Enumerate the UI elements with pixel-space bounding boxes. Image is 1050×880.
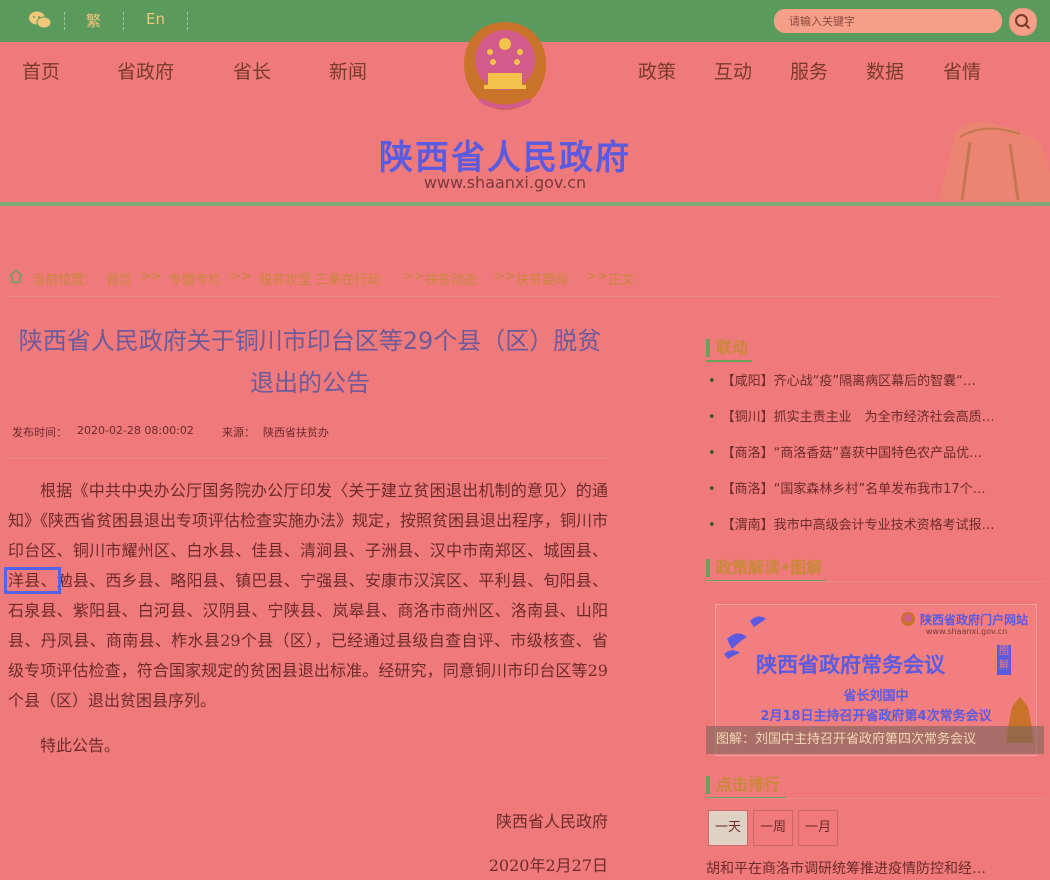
breadcrumb-special-topics[interactable]: 专题专栏 <box>169 269 221 288</box>
breadcrumb-separator: >> <box>403 269 425 284</box>
search-input[interactable] <box>787 14 991 29</box>
paragraph-text: 勉县、西乡县、略阳县、镇巴县、宁强县、安康市汉滨区、平利县、旬阳县、石泉县、紫阳… <box>8 571 608 710</box>
section-underline <box>706 360 752 362</box>
divider <box>187 12 189 30</box>
news-link[interactable]: 【渭南】我市中高级会计专业技术资格考试报… <box>722 518 995 533</box>
site-url: www.shaanxi.gov.cn <box>423 173 587 192</box>
promo-logo-url: www.shaanxi.gov.cn <box>926 627 1008 636</box>
article-title: 陕西省人民政府关于铜川市印台区等29个县（区）脱贫退出的公告 <box>18 327 602 397</box>
nav-governor[interactable]: 省长 <box>233 57 271 84</box>
divider <box>64 12 66 30</box>
ranking-section-title[interactable]: 点击排行 <box>706 776 780 794</box>
breadcrumb-home[interactable]: 首页 <box>106 269 132 288</box>
news-link[interactable]: 【商洛】“商洛香菇”喜获中国特色农产品优… <box>722 446 982 461</box>
article-paragraph: 根据《中共中央办公厅国务院办公厅印发〈关于建立贫困退出机制的意见〉的通知》《陕西… <box>4 476 609 716</box>
nav-province-info[interactable]: 省情 <box>943 57 981 84</box>
breadcrumb-prefix: 当前位置： <box>32 273 98 288</box>
source-label: 来源： <box>222 426 255 439</box>
breadcrumb-separator: >> <box>494 269 516 284</box>
source-value: 陕西省扶贫办 <box>263 426 329 439</box>
site-title[interactable]: 陕西省人民政府 <box>0 130 1010 179</box>
list-item[interactable]: • 【商洛】“商洛香菇”喜获中国特色农产品优… <box>706 436 1046 472</box>
section-rule <box>706 581 1046 582</box>
breadcrumb-separator: >> <box>230 269 252 284</box>
nav-data[interactable]: 数据 <box>866 57 904 84</box>
national-emblem-icon[interactable] <box>460 18 550 113</box>
news-link[interactable]: 【咸阳】齐心战“疫”隔离病区幕后的智囊“… <box>722 374 976 389</box>
promo-caption[interactable]: 图解：刘国中主持召开省政府第四次常务会议 <box>706 726 1044 754</box>
breadcrumb-poverty-news[interactable]: 扶贫动态 <box>425 269 477 288</box>
article-divider <box>8 458 608 459</box>
wechat-icon[interactable] <box>28 10 52 30</box>
search-icon[interactable] <box>1009 8 1037 36</box>
promo-line-2: 2月18日主持召开省政府第4次常务会议 <box>760 709 992 724</box>
publish-label: 发布时间： <box>12 426 67 439</box>
publish-time: 2020-02-28 08:00:02 <box>77 424 194 437</box>
paragraph-text: 根据《中共中央办公厅国务院办公厅印发〈关于建立贫困退出机制的意见〉的通知》《陕西… <box>8 481 609 560</box>
breadcrumb-key-news[interactable]: 扶贫要闻 <box>516 269 568 288</box>
article-date: 2020年2月27日 <box>488 856 608 875</box>
breadcrumb-separator: >> <box>586 269 608 284</box>
list-item[interactable]: • 【铜川】抓实主责主业 为全市经济社会高质… <box>706 400 1046 436</box>
highlighted-county[interactable]: 洋县、 <box>4 567 61 594</box>
traditional-chinese-link[interactable]: 繁 <box>86 10 101 31</box>
promo-tag: 图解 <box>997 645 1011 675</box>
tab-one-month[interactable]: 一月 <box>798 810 838 846</box>
list-item[interactable]: • 【咸阳】齐心战“疫”隔离病区幕后的智囊“… <box>706 364 1046 400</box>
nav-home[interactable]: 首页 <box>22 57 60 84</box>
breadcrumb: 当前位置： 首页 >> 专题专栏 >> 脱贫攻坚 三秦在行动 >> 扶贫动态 >… <box>8 266 998 297</box>
list-item[interactable]: • 【渭南】我市中高级会计专业技术资格考试报… <box>706 508 1046 544</box>
english-link[interactable]: En <box>146 10 165 28</box>
nav-news[interactable]: 新闻 <box>329 57 367 84</box>
tab-one-week[interactable]: 一周 <box>753 810 793 846</box>
article-signature: 陕西省人民政府 <box>495 812 608 831</box>
linkage-section-title[interactable]: 联动 <box>706 339 748 357</box>
article-closing: 特此公告。 <box>40 736 121 755</box>
promo-logo-text: 陕西省政府门户网站 <box>920 613 1029 627</box>
news-link[interactable]: 【铜川】抓实主责主业 为全市经济社会高质… <box>722 410 995 425</box>
breadcrumb-separator: >> <box>140 269 162 284</box>
search-box <box>774 9 1002 33</box>
breadcrumb-poverty-campaign[interactable]: 脱贫攻坚 三秦在行动 <box>259 269 380 288</box>
linkage-news-list: • 【咸阳】齐心战“疫”隔离病区幕后的智囊“… • 【铜川】抓实主责主业 为全市经济… <box>706 364 1046 544</box>
list-item[interactable]: • 【商洛】“国家森林乡村”名单发布我市17个… <box>706 472 1046 508</box>
nav-services[interactable]: 服务 <box>790 57 828 84</box>
policy-section-title[interactable]: 政策解读•图解 <box>706 559 822 577</box>
nav-policy[interactable]: 政策 <box>638 57 676 84</box>
breadcrumb-current: 正文 <box>608 273 635 288</box>
promo-line-1: 省长刘国中 <box>843 689 909 704</box>
ranking-item[interactable]: 胡和平在商洛市调研统筹推进疫情防控和经… <box>706 858 986 878</box>
home-icon <box>9 268 23 283</box>
article-body: 根据《中共中央办公厅国务院办公厅印发〈关于建立贫困退出机制的意见〉的通知》《陕西… <box>4 476 609 761</box>
header-divider <box>0 202 1050 206</box>
nav-provincial-government[interactable]: 省政府 <box>117 57 174 84</box>
emblem-icon <box>901 612 915 626</box>
divider <box>123 12 125 30</box>
tab-one-day[interactable]: 一天 <box>708 810 748 846</box>
section-rule <box>706 798 1046 799</box>
promo-headline: 陕西省政府常务会议 <box>756 653 945 677</box>
news-link[interactable]: 【商洛】“国家森林乡村”名单发布我市17个… <box>722 482 986 497</box>
nav-interaction[interactable]: 互动 <box>714 57 752 84</box>
